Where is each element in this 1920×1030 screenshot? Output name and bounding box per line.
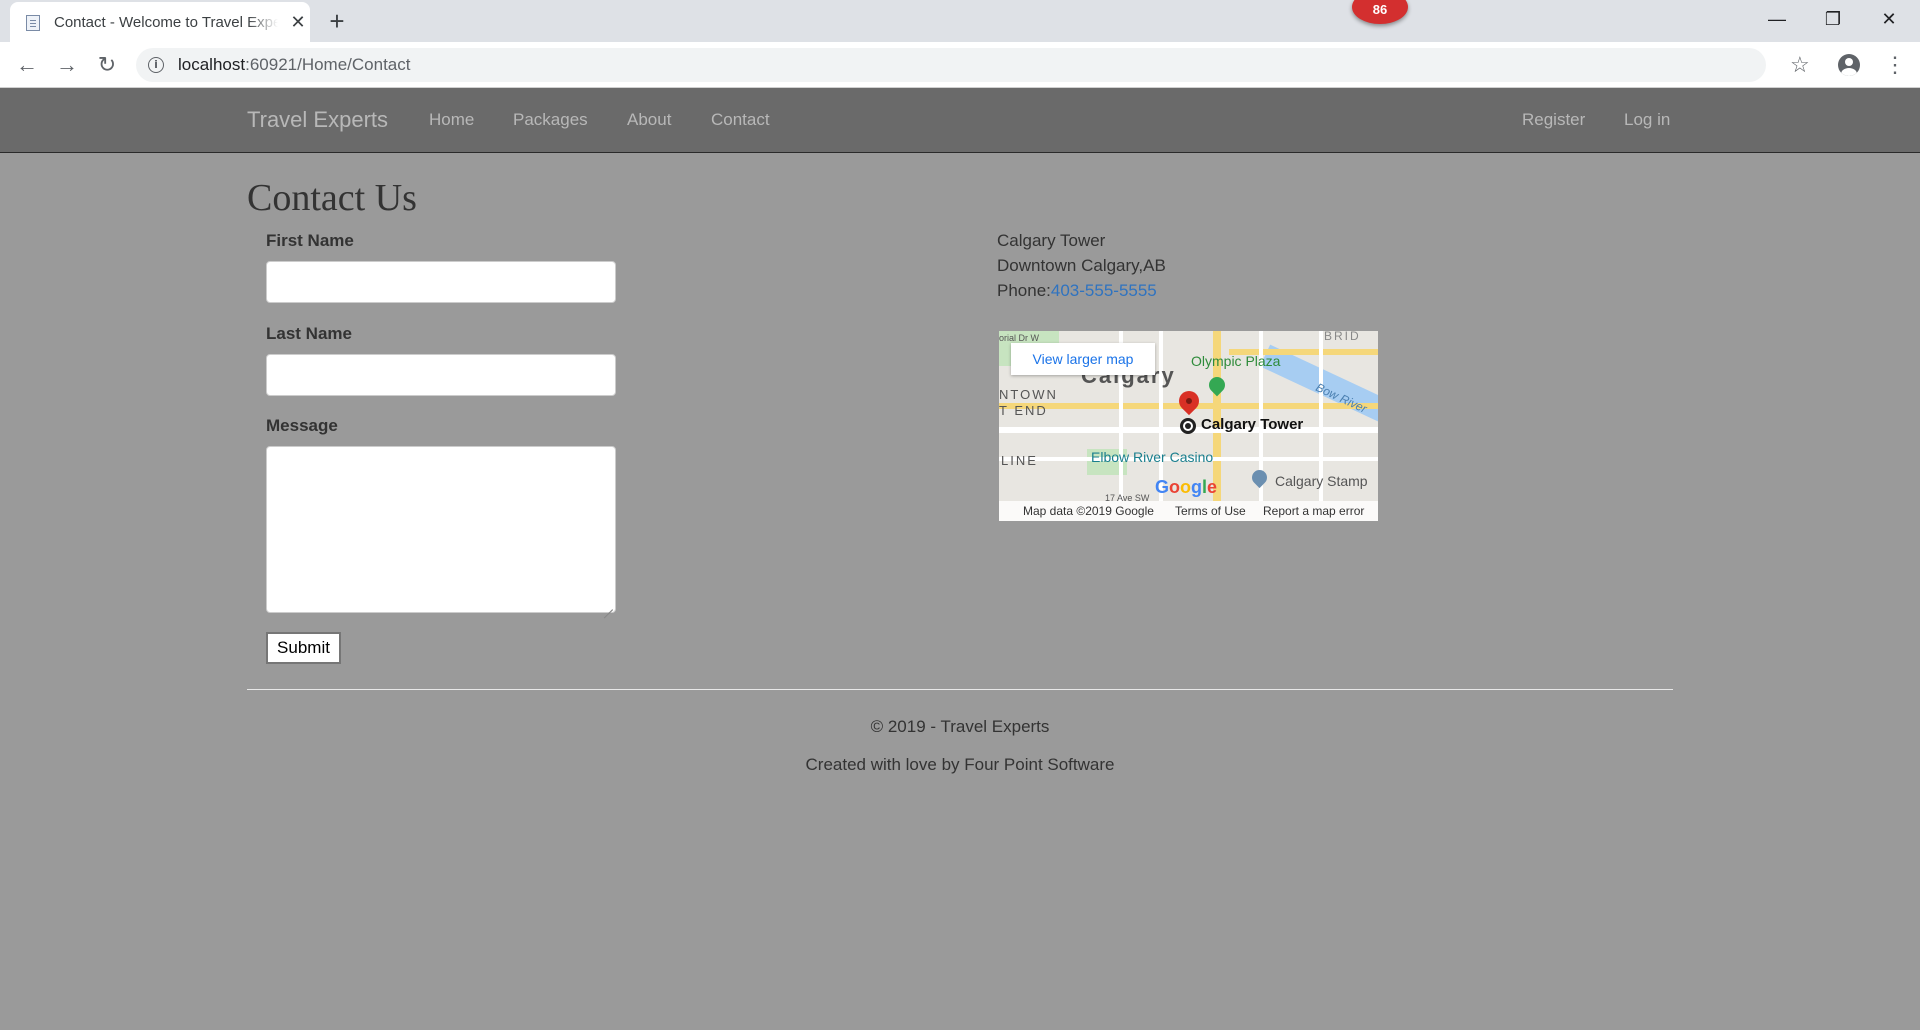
google-logo-icon: Google xyxy=(1155,477,1218,497)
map-district-label: BRID xyxy=(1324,331,1361,343)
last-name-field[interactable] xyxy=(266,354,616,396)
contact-name: Calgary Tower xyxy=(997,231,1106,250)
view-larger-map-link[interactable]: View larger map xyxy=(1011,343,1155,375)
nav-contact[interactable]: Contact xyxy=(711,110,770,130)
minimize-icon[interactable]: — xyxy=(1754,4,1800,34)
nav-register[interactable]: Register xyxy=(1522,110,1585,130)
map-casino-label: Elbow River Casino xyxy=(1091,449,1214,465)
place-pin-icon xyxy=(1248,466,1271,489)
reload-icon[interactable]: ↻ xyxy=(92,50,122,80)
phone-label: Phone: xyxy=(997,281,1051,300)
url-host: localhost xyxy=(178,55,246,74)
park-pin-icon xyxy=(1205,373,1229,397)
map-olympic-label: Olympic Plaza xyxy=(1191,353,1281,369)
footer-divider xyxy=(247,689,1673,690)
tab-close-icon[interactable]: ✕ xyxy=(288,12,308,32)
browser-tab[interactable]: Contact - Welcome to Travel Experts ✕ xyxy=(10,2,310,42)
footer-credit: Created with love by Four Point Software xyxy=(805,755,1115,774)
new-tab-icon[interactable]: + xyxy=(324,8,350,34)
site-navbar: Travel Experts Home Packages About Conta… xyxy=(0,88,1920,153)
map-embed[interactable]: Calgary NTOWN T END orial Dr W BRID Olym… xyxy=(999,331,1378,521)
url-text[interactable]: localhost:60921/Home/Contact xyxy=(178,55,411,75)
bookmark-star-icon[interactable]: ☆ xyxy=(1790,51,1810,79)
site-info-icon[interactable]: i xyxy=(148,57,164,73)
last-name-label: Last Name xyxy=(266,324,352,343)
page-title: Contact Us xyxy=(247,177,417,219)
browser-tabstrip: Contact - Welcome to Travel Experts ✕ + … xyxy=(0,0,1920,42)
page-favicon-icon xyxy=(26,15,40,31)
message-label: Message xyxy=(266,416,338,435)
map-district-label: LINE xyxy=(1001,453,1038,468)
first-name-label: First Name xyxy=(266,231,354,250)
nav-packages[interactable]: Packages xyxy=(513,110,588,130)
map-tower-label: Calgary Tower xyxy=(1201,416,1304,433)
map-stampede-label: Calgary Stamp xyxy=(1275,473,1368,489)
location-pin-icon xyxy=(1174,386,1204,416)
profile-icon[interactable] xyxy=(1838,54,1860,76)
restore-icon[interactable]: ❐ xyxy=(1810,4,1856,34)
contact-location: Downtown Calgary,AB xyxy=(997,256,1166,275)
brand-link[interactable]: Travel Experts xyxy=(247,107,388,133)
map-road xyxy=(1159,331,1163,501)
map-report-link[interactable]: Report a map error xyxy=(1263,504,1364,518)
url-path: :60921/Home/Contact xyxy=(245,55,411,74)
nav-about[interactable]: About xyxy=(627,110,671,130)
forward-icon[interactable]: → xyxy=(52,50,82,80)
nav-home[interactable]: Home xyxy=(429,110,474,130)
extension-badge[interactable]: 86 xyxy=(1352,0,1408,24)
tab-title: Contact - Welcome to Travel Experts xyxy=(54,14,278,31)
first-name-field[interactable] xyxy=(266,261,616,303)
extension-badge-count: 86 xyxy=(1372,2,1388,17)
browser-toolbar: ← → ↻ i localhost:60921/Home/Contact ☆ ⋮ xyxy=(0,42,1920,88)
map-terms-link[interactable]: Terms of Use xyxy=(1175,504,1246,518)
footer-copyright: © 2019 - Travel Experts xyxy=(870,717,1050,736)
target-marker-icon xyxy=(1180,418,1196,434)
browser-menu-icon[interactable]: ⋮ xyxy=(1884,50,1906,80)
close-window-icon[interactable]: ✕ xyxy=(1866,4,1912,34)
map-district-label: T END xyxy=(999,403,1048,418)
contact-phone-line: Phone:403-555-5555 xyxy=(997,281,1157,301)
address-bar[interactable]: i localhost:60921/Home/Contact xyxy=(136,48,1766,82)
nav-login[interactable]: Log in xyxy=(1624,110,1670,130)
message-field[interactable] xyxy=(266,446,616,613)
map-street-label: orial Dr W xyxy=(999,333,1039,343)
map-data-credit: Map data ©2019 Google xyxy=(1023,504,1154,518)
phone-link[interactable]: 403-555-5555 xyxy=(1051,281,1157,300)
resize-grip-icon[interactable] xyxy=(603,600,613,610)
submit-button[interactable]: Submit xyxy=(266,632,341,664)
back-icon[interactable]: ← xyxy=(12,50,42,80)
map-district-label: NTOWN xyxy=(999,387,1058,402)
map-footer: Map data ©2019 Google Terms of Use Repor… xyxy=(999,501,1378,521)
